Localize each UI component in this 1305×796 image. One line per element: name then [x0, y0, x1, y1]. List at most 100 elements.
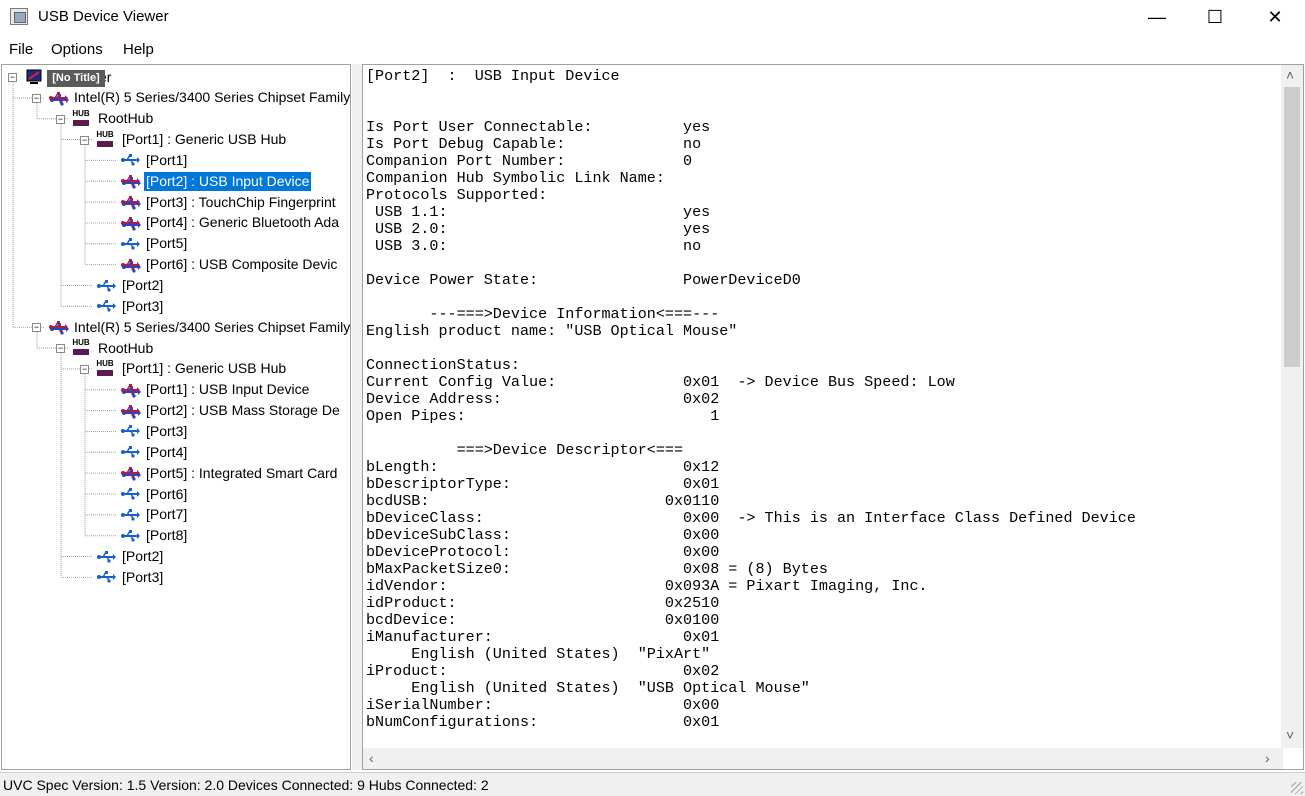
usb-device-icon — [120, 195, 141, 210]
detail-pane[interactable]: [Port2] : USB Input Device Is Port User … — [362, 64, 1304, 770]
detail-line: bDeviceClass: 0x00 -> This is an Interfa… — [366, 509, 1136, 527]
maximize-button[interactable]: ☐ — [1186, 0, 1244, 34]
tree-item[interactable]: [Port1] — [144, 151, 189, 170]
resize-grip-icon[interactable] — [1291, 782, 1303, 794]
detail-line: English product name: "USB Optical Mouse… — [366, 322, 738, 340]
hub-icon: HUB — [72, 109, 90, 128]
tree-item[interactable]: [Port4] : Generic Bluetooth Ada — [144, 213, 341, 232]
close-button[interactable]: ✕ — [1246, 0, 1304, 34]
tree-item[interactable]: [Port1] : Generic USB Hub — [120, 359, 288, 378]
tree-item[interactable]: [Port5] — [144, 234, 189, 253]
collapse-toggle-icon[interactable]: − — [32, 323, 41, 333]
detail-line: USB 1.1: yes — [366, 203, 711, 221]
detail-line — [366, 425, 1136, 442]
device-details-text: [Port2] : USB Input Device Is Port User … — [366, 68, 1136, 731]
usb-device-icon — [120, 404, 141, 419]
collapse-toggle-icon[interactable]: − — [56, 344, 65, 354]
detail-scroll-thumb[interactable] — [1284, 87, 1300, 367]
scroll-right-arrow-icon[interactable]: › — [1265, 750, 1270, 766]
detail-line: bDescriptorType: 0x01 — [366, 475, 720, 493]
usb-controller-icon — [48, 91, 69, 106]
title-bar: USB Device Viewer — ☐ ✕ — [0, 0, 1305, 34]
detail-line: English (United States) "USB Optical Mou… — [366, 679, 810, 697]
computer-icon — [26, 69, 46, 84]
detail-line — [366, 340, 1136, 357]
tree-item[interactable]: Intel(R) 5 Series/3400 Series Chipset Fa… — [72, 88, 350, 107]
collapse-toggle-icon[interactable]: − — [56, 114, 65, 124]
detail-line: USB 3.0: no — [366, 237, 702, 255]
tree-item[interactable]: [Port5] : Integrated Smart Card — [144, 464, 339, 483]
detail-line — [366, 289, 1136, 306]
usb-port-icon — [120, 445, 140, 459]
detail-line: bLength: 0x12 — [366, 458, 720, 476]
detail-line: [Port2] : USB Input Device — [366, 67, 620, 85]
detail-line: USB 2.0: yes — [366, 220, 711, 238]
detail-line: Device Address: 0x02 — [366, 390, 720, 408]
tree-item[interactable]: [Port3] : TouchChip Fingerprint — [144, 193, 338, 212]
tree-item[interactable]: RootHub — [96, 109, 155, 128]
tree-item[interactable]: [Port6] : USB Composite Devic — [144, 255, 339, 274]
menu-help[interactable]: Help — [123, 41, 154, 58]
tree-item[interactable]: [Port3] — [120, 568, 165, 587]
detail-line: idVendor: 0x093A = Pixart Imaging, Inc. — [366, 577, 928, 595]
detail-line: iManufacturer: 0x01 — [366, 628, 720, 646]
menu-bar: File Options Help — [0, 38, 1305, 62]
detail-line: bDeviceProtocol: 0x00 — [366, 543, 720, 561]
collapse-toggle-icon[interactable]: − — [8, 73, 17, 82]
detail-line: Current Config Value: 0x01 -> Device Bus… — [366, 373, 955, 391]
tree-item-selected[interactable]: [Port2] : USB Input Device — [144, 171, 312, 191]
usb-device-icon — [120, 466, 141, 481]
detail-line: ConnectionStatus: — [366, 356, 520, 374]
usb-port-icon — [120, 237, 140, 251]
tree-item[interactable]: [Port1] : Generic USB Hub — [120, 130, 288, 149]
usb-controller-icon — [48, 320, 69, 335]
tree-item[interactable]: [Port6] — [144, 485, 189, 504]
collapse-toggle-icon[interactable]: − — [80, 364, 89, 374]
detail-line — [366, 255, 1136, 272]
tree-item[interactable]: [Port2] — [120, 276, 165, 295]
tree-item[interactable]: [Port8] — [144, 526, 189, 545]
usb-port-icon — [120, 424, 140, 438]
detail-vertical-scrollbar[interactable]: ˄ ˅ — [1281, 65, 1303, 748]
detail-line: Device Power State: PowerDeviceD0 — [366, 271, 801, 289]
tree-item[interactable]: RootHub — [96, 339, 155, 358]
tooltip: [No Title] — [47, 70, 105, 87]
tree-item[interactable]: [Port3] — [144, 422, 189, 441]
detail-horizontal-scrollbar[interactable]: ‹ › — [363, 748, 1283, 769]
tree-item[interactable]: [Port2] — [120, 547, 165, 566]
tree-item[interactable]: [Port7] — [144, 505, 189, 524]
detail-line: ===>Device Descriptor<=== — [366, 441, 684, 459]
hub-icon: HUB — [96, 130, 114, 149]
detail-line: bMaxPacketSize0: 0x08 = (8) Bytes — [366, 560, 828, 578]
menu-file[interactable]: File — [9, 41, 33, 58]
detail-line: idProduct: 0x2510 — [366, 594, 720, 612]
tree-item[interactable]: [Port3] — [120, 297, 165, 316]
tree-item[interactable]: Intel(R) 5 Series/3400 Series Chipset Fa… — [72, 318, 350, 337]
usb-port-icon — [120, 153, 140, 167]
usb-port-icon — [96, 570, 116, 584]
usb-port-icon — [96, 550, 116, 564]
menu-options[interactable]: Options — [51, 41, 103, 58]
scroll-up-arrow-icon[interactable]: ˄ — [1286, 67, 1294, 83]
detail-line: Companion Port Number: 0 — [366, 152, 693, 170]
tree-item[interactable]: [Port1] : USB Input Device — [144, 380, 311, 399]
window-title: USB Device Viewer — [38, 8, 169, 25]
collapse-toggle-icon[interactable]: − — [32, 93, 41, 103]
tree-item[interactable]: [Port4] — [144, 443, 189, 462]
app-icon — [10, 8, 28, 25]
detail-line: ---===>Device Information<===--- — [366, 305, 720, 323]
detail-line: iProduct: 0x02 — [366, 662, 720, 680]
detail-line: bcdUSB: 0x0110 — [366, 492, 720, 510]
status-text: UVC Spec Version: 1.5 Version: 2.0 Devic… — [3, 777, 489, 793]
device-tree[interactable]: −Computer−Intel(R) 5 Series/3400 Series … — [1, 64, 351, 770]
detail-line: Protocols Supported: — [366, 186, 548, 204]
scroll-left-arrow-icon[interactable]: ‹ — [369, 750, 374, 766]
detail-line: Open Pipes: 1 — [366, 407, 720, 425]
status-bar: UVC Spec Version: 1.5 Version: 2.0 Devic… — [0, 772, 1305, 796]
minimize-button[interactable]: — — [1128, 0, 1186, 34]
collapse-toggle-icon[interactable]: − — [80, 135, 89, 145]
scroll-down-arrow-icon[interactable]: ˅ — [1286, 727, 1294, 743]
tree-item[interactable]: [Port2] : USB Mass Storage De — [144, 401, 342, 420]
pane-splitter[interactable] — [352, 64, 362, 770]
usb-device-icon — [120, 258, 141, 273]
